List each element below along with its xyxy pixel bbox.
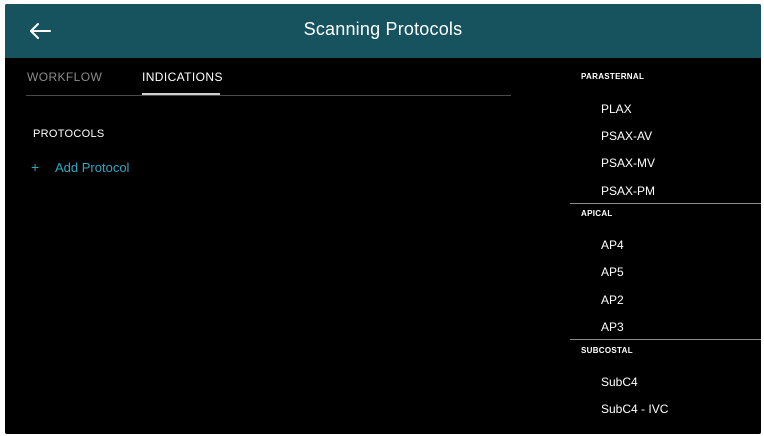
- section-divider: [570, 203, 761, 204]
- view-item-subc4[interactable]: SubC4: [601, 375, 638, 389]
- section-header-subcostal: SUBCOSTAL: [581, 346, 633, 355]
- view-item-ap2[interactable]: AP2: [601, 293, 624, 307]
- view-item-ap5[interactable]: AP5: [601, 265, 624, 279]
- view-item-psax-mv[interactable]: PSAX-MV: [601, 156, 655, 170]
- view-item-ap3[interactable]: AP3: [601, 320, 624, 334]
- view-list-panel: PARASTERNAL PLAX PSAX-AV PSAX-MV PSAX-PM…: [570, 58, 761, 434]
- plus-icon: +: [31, 159, 40, 175]
- protocols-section-label: PROTOCOLS: [33, 128, 105, 140]
- view-item-ap4[interactable]: AP4: [601, 238, 624, 252]
- view-item-plax[interactable]: PLAX: [601, 102, 632, 116]
- add-protocol-button[interactable]: + Add Protocol: [31, 159, 129, 175]
- view-item-subc4-ivc[interactable]: SubC4 - IVC: [601, 402, 668, 416]
- tab-indications[interactable]: INDICATIONS: [142, 70, 223, 94]
- tab-bar: WORKFLOW INDICATIONS: [26, 70, 511, 96]
- section-header-parasternal: PARASTERNAL: [581, 72, 645, 81]
- add-protocol-label: Add Protocol: [55, 160, 130, 175]
- active-tab-indicator: [142, 93, 220, 95]
- app-header: Scanning Protocols: [5, 4, 761, 58]
- tab-workflow[interactable]: WORKFLOW: [27, 70, 102, 94]
- section-header-apical: APICAL: [581, 209, 613, 218]
- view-item-psax-av[interactable]: PSAX-AV: [601, 129, 652, 143]
- app-window: Scanning Protocols WORKFLOW INDICATIONS …: [5, 4, 761, 434]
- view-item-psax-pm[interactable]: PSAX-PM: [601, 184, 655, 198]
- page-title: Scanning Protocols: [303, 19, 463, 39]
- section-divider: [570, 339, 761, 340]
